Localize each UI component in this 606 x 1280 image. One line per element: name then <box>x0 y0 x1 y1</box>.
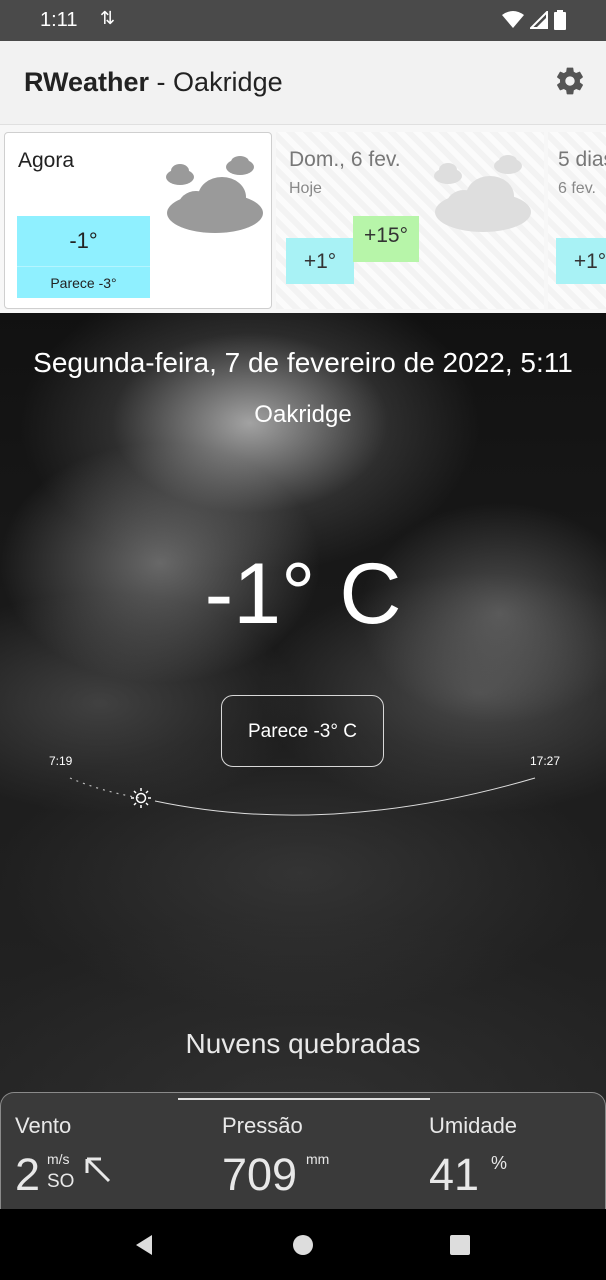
wind-stat: Vento 2 m/s SO <box>15 1113 111 1200</box>
recents-icon[interactable] <box>446 1231 474 1259</box>
arrow-up-left-icon <box>85 1157 111 1183</box>
forecast-day2-label: 5 dias <box>558 148 606 171</box>
settings-button[interactable] <box>554 65 586 97</box>
back-icon[interactable] <box>130 1231 158 1259</box>
status-time: 1:11 <box>40 9 78 31</box>
gear-icon <box>557 67 583 95</box>
system-nav-bar <box>0 1209 606 1280</box>
app-location: Oakridge <box>173 67 283 97</box>
current-date: Segunda-feira, 7 de fevereiro de 2022, 5… <box>33 347 573 378</box>
forecast-day1-sub: Hoje <box>289 180 322 197</box>
forecast-card-day2[interactable]: 5 dias 6 fev. +1° <box>548 132 606 309</box>
forecast-strip[interactable]: Agora -1° Parece -3° Dom., 6 fev. Hoje +… <box>0 125 606 313</box>
title-separator: - <box>149 67 174 97</box>
home-icon[interactable] <box>289 1231 317 1259</box>
humidity-stat: Umidade 41 % <box>429 1113 518 1200</box>
now-temp: -1° <box>69 228 98 253</box>
sun-path-arc <box>69 777 536 816</box>
pressure-stat: Pressão 709 mm <box>222 1113 329 1200</box>
pressure-unit: mm <box>306 1151 330 1167</box>
sync-arrows-icon: ⇅ <box>100 8 116 29</box>
battery-icon <box>554 10 566 30</box>
day2-min-temp: +1° <box>556 238 606 284</box>
signal-icon <box>530 11 548 29</box>
sheet-drag-handle[interactable] <box>178 1098 430 1100</box>
status-bar: 1:11 ⇅ <box>0 0 606 41</box>
humidity-label: Umidade <box>429 1113 518 1138</box>
day1-min-temp: +1° <box>286 238 354 284</box>
wind-value: 2 <box>15 1149 41 1200</box>
wind-direction: SO <box>47 1171 75 1192</box>
details-sheet[interactable]: Vento 2 m/s SO Pressão 709 mm Umidade 41… <box>0 1092 606 1222</box>
app-name: RWeather <box>24 67 150 97</box>
day1-max-temp: +15° <box>353 216 419 262</box>
now-temp-box: -1° Parece -3° <box>17 216 150 298</box>
now-feels-like: Parece -3° <box>17 266 150 291</box>
forecast-now-label: Agora <box>18 149 75 172</box>
status-icons <box>502 10 566 30</box>
cloud-icon <box>434 155 531 232</box>
app-bar: RWeather - Oakridge <box>0 41 606 125</box>
current-temp: -1° C <box>204 546 402 642</box>
app-title: RWeather - Oakridge <box>24 67 283 98</box>
pressure-value: 709 <box>222 1149 298 1200</box>
wifi-icon <box>502 11 524 28</box>
humidity-value: 41 <box>429 1149 480 1200</box>
cloud-icon <box>166 156 263 233</box>
forecast-card-day1[interactable]: Dom., 6 fev. Hoje +1° +15° <box>276 132 544 309</box>
sun-icon <box>131 788 151 808</box>
humidity-unit: % <box>491 1153 508 1173</box>
current-city: Oakridge <box>254 401 352 428</box>
main-weather-panel: Segunda-feira, 7 de fevereiro de 2022, 5… <box>0 313 606 1209</box>
forecast-card-now[interactable]: Agora -1° Parece -3° <box>4 132 272 309</box>
pressure-label: Pressão <box>222 1113 303 1138</box>
feels-like-button[interactable]: Parece -3° C <box>221 695 384 767</box>
forecast-day1-label: Dom., 6 fev. <box>289 148 401 171</box>
wind-unit: m/s <box>47 1151 70 1167</box>
weather-condition: Nuvens quebradas <box>185 1028 421 1059</box>
forecast-day2-sub: 6 fev. <box>558 180 596 197</box>
wind-label: Vento <box>15 1113 72 1138</box>
